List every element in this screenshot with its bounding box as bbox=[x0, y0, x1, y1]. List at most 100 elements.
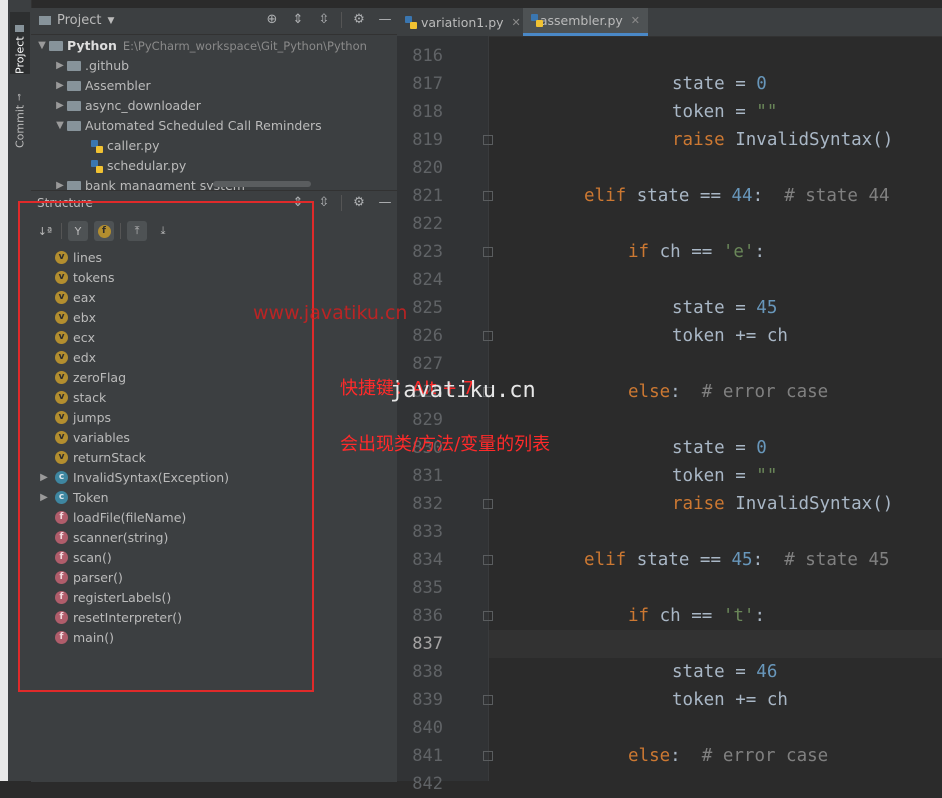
current-line-highlight bbox=[488, 630, 942, 658]
folder-icon bbox=[39, 16, 51, 25]
chevron-right-icon[interactable]: ▶ bbox=[53, 76, 67, 96]
folder-icon bbox=[67, 61, 81, 71]
python-file-icon bbox=[91, 139, 103, 153]
code-line-817: state = 0 bbox=[672, 74, 767, 94]
tree-item-async-downloader[interactable]: ▶ async_downloader bbox=[31, 96, 391, 116]
fold-marker-icon[interactable] bbox=[483, 751, 493, 761]
tab-assembler[interactable]: assembler.py ✕ bbox=[523, 8, 648, 36]
fold-marker-icon[interactable] bbox=[483, 695, 493, 705]
line-number: 841 bbox=[412, 746, 443, 766]
expand-all-icon[interactable]: ⇕ bbox=[289, 12, 307, 28]
tree-item-label: caller.py bbox=[107, 138, 160, 153]
folder-icon bbox=[49, 41, 63, 51]
line-number: 842 bbox=[412, 774, 443, 794]
project-tree: ▼ Python E:\PyCharm_workspace\Git_Python… bbox=[31, 36, 391, 190]
toolbar-divider bbox=[341, 12, 342, 28]
minimize-icon[interactable]: — bbox=[376, 195, 394, 211]
project-tab-label: Project bbox=[13, 36, 27, 74]
tree-item-github[interactable]: ▶ .github bbox=[31, 56, 391, 76]
collapse-all-icon[interactable]: ⇳ bbox=[315, 195, 333, 211]
fold-marker-icon[interactable] bbox=[483, 135, 493, 145]
python-file-icon bbox=[91, 159, 103, 173]
tree-root-label: Python bbox=[67, 38, 117, 53]
folder-icon bbox=[67, 181, 81, 190]
folder-icon bbox=[15, 25, 25, 33]
code-line-839: token += ch bbox=[672, 690, 788, 710]
tree-root-path: E:\PyCharm_workspace\Git_Python\Python bbox=[122, 39, 367, 53]
tree-item-call-reminders[interactable]: ▼ Automated Scheduled Call Reminders bbox=[31, 116, 391, 136]
code-line-841: else: # error case bbox=[628, 746, 829, 766]
line-number: 821 bbox=[412, 186, 443, 206]
editor-tabs: variation1.py ✕ assembler.py ✕ bbox=[397, 8, 942, 37]
tool-tab-project[interactable]: Project bbox=[10, 12, 30, 74]
python-file-icon bbox=[405, 15, 417, 29]
gear-icon[interactable]: ⚙ bbox=[350, 195, 368, 211]
window-edge bbox=[0, 0, 8, 781]
minimize-icon[interactable]: — bbox=[376, 12, 394, 28]
annotation-highlight-box bbox=[18, 201, 314, 692]
code-line-818: token = "" bbox=[672, 102, 778, 122]
line-number-gutter: 816 817 818 819 820 821 822 823 824 825 826 827 828 8… bbox=[397, 36, 488, 794]
folder-icon bbox=[67, 101, 81, 111]
tree-item-label: .github bbox=[85, 58, 130, 73]
fold-marker-icon[interactable] bbox=[483, 555, 493, 565]
chevron-down-icon: ▼ bbox=[107, 15, 115, 26]
chevron-right-icon[interactable]: ▶ bbox=[53, 96, 67, 116]
tree-item-bank-system[interactable]: ▶ bank managment system bbox=[31, 176, 391, 190]
fold-marker-icon[interactable] bbox=[483, 611, 493, 621]
line-number: 817 bbox=[412, 74, 443, 94]
line-number: 818 bbox=[412, 102, 443, 122]
line-number: 838 bbox=[412, 662, 443, 682]
code-line-823: if ch == 'e': bbox=[628, 242, 765, 262]
project-view-selector[interactable]: Project ▼ bbox=[39, 13, 114, 28]
project-toolbar: ⊕ ⇕ ⇳ ⚙ — bbox=[263, 12, 394, 28]
line-number: 822 bbox=[412, 214, 443, 234]
close-icon[interactable]: ✕ bbox=[512, 16, 521, 29]
watermark-white: javatiku.cn bbox=[390, 378, 536, 403]
commit-tab-label: Commit bbox=[13, 104, 27, 148]
line-number: 831 bbox=[412, 466, 443, 486]
chevron-right-icon[interactable]: ▶ bbox=[53, 176, 67, 190]
tree-item-label: Assembler bbox=[85, 78, 151, 93]
fold-marker-icon[interactable] bbox=[483, 499, 493, 509]
collapse-all-icon[interactable]: ⇳ bbox=[315, 12, 333, 28]
project-panel: Project ▼ ⊕ ⇕ ⇳ ⚙ — ▼ Python E:\PyCharm_… bbox=[31, 8, 397, 190]
line-number: 832 bbox=[412, 494, 443, 514]
commit-icon: ⊸ bbox=[15, 93, 25, 101]
code-line-836: if ch == 't': bbox=[628, 606, 765, 626]
code-line-819: raise InvalidSyntax() bbox=[672, 130, 894, 150]
folder-icon bbox=[67, 121, 81, 131]
line-number: 833 bbox=[412, 522, 443, 542]
tool-tab-commit[interactable]: Commit ⊸ bbox=[10, 88, 30, 148]
fold-marker-icon[interactable] bbox=[483, 331, 493, 341]
python-file-icon bbox=[531, 14, 543, 27]
watermark-red: www.javatiku.cn bbox=[253, 302, 408, 324]
line-number: 820 bbox=[412, 158, 443, 178]
tree-root-python[interactable]: ▼ Python E:\PyCharm_workspace\Git_Python… bbox=[31, 36, 391, 56]
code-line-834: elif state == 45: # state 45 bbox=[584, 550, 890, 570]
line-number: 824 bbox=[412, 270, 443, 290]
gear-icon[interactable]: ⚙ bbox=[350, 12, 368, 28]
line-number: 816 bbox=[412, 46, 443, 66]
horizontal-scrollbar[interactable] bbox=[213, 181, 311, 187]
code-line-821: elif state == 44: # state 44 bbox=[584, 186, 890, 206]
code-line-831: token = "" bbox=[672, 466, 778, 486]
chevron-right-icon[interactable]: ▶ bbox=[53, 56, 67, 76]
tree-item-caller-py[interactable]: caller.py bbox=[31, 136, 391, 156]
annotation-description: 会出现类/方法/变量的列表 bbox=[340, 434, 551, 455]
chevron-down-icon[interactable]: ▼ bbox=[35, 36, 49, 56]
close-icon[interactable]: ✕ bbox=[631, 14, 640, 27]
fold-marker-icon[interactable] bbox=[483, 191, 493, 201]
locate-icon[interactable]: ⊕ bbox=[263, 12, 281, 28]
chevron-down-icon[interactable]: ▼ bbox=[53, 116, 67, 136]
tab-variation1[interactable]: variation1.py ✕ bbox=[397, 8, 539, 36]
line-number: 819 bbox=[412, 130, 443, 150]
line-number: 834 bbox=[412, 550, 443, 570]
project-panel-header: Project ▼ ⊕ ⇕ ⇳ ⚙ — bbox=[31, 8, 397, 35]
toolbar-divider bbox=[341, 195, 342, 211]
line-number: 840 bbox=[412, 718, 443, 738]
tree-item-assembler[interactable]: ▶ Assembler bbox=[31, 76, 391, 96]
fold-marker-icon[interactable] bbox=[483, 247, 493, 257]
tab-label: assembler.py bbox=[539, 13, 623, 28]
tree-item-schedular-py[interactable]: schedular.py bbox=[31, 156, 391, 176]
